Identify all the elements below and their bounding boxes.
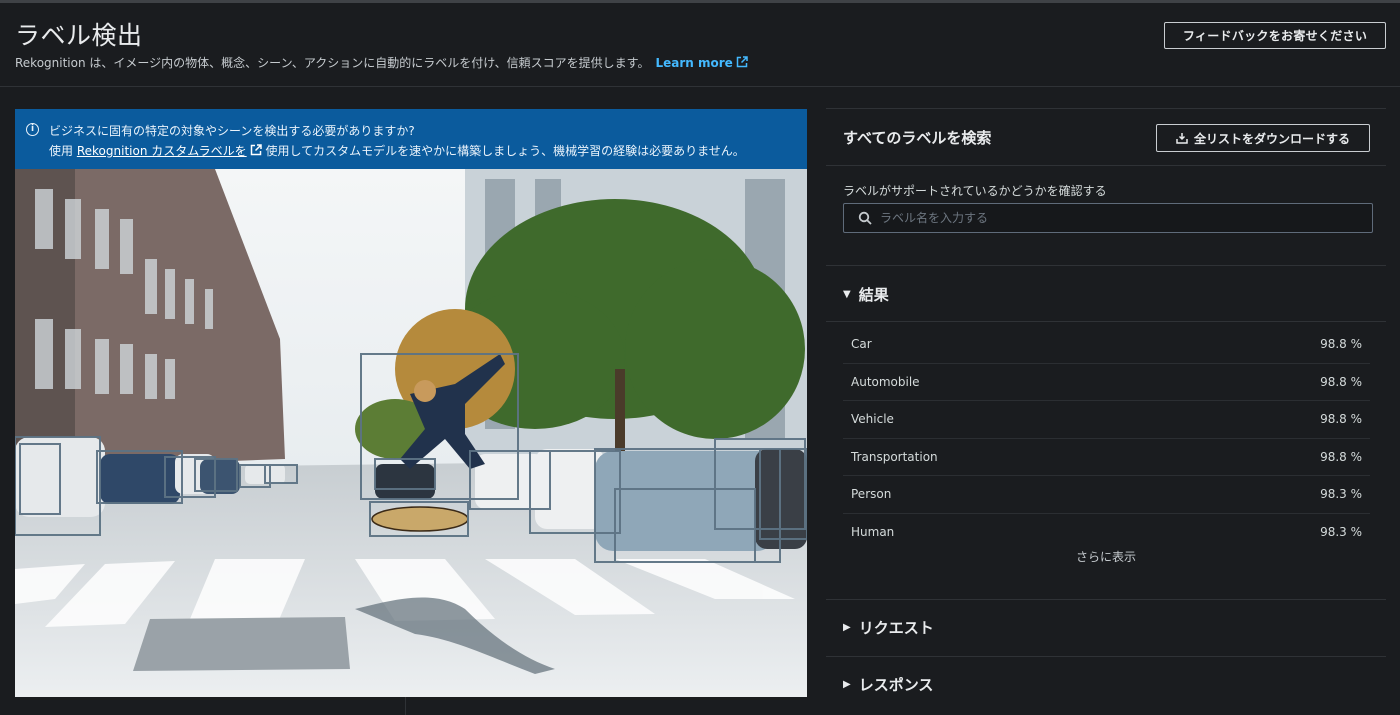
- page-title: ラベル検出: [15, 21, 143, 50]
- banner-line-2: 使用 Rekognition カスタムラベルを 使用してカスタムモデルを速やかに…: [29, 141, 795, 161]
- learn-more-link[interactable]: Learn more: [655, 56, 748, 70]
- learn-more-label: Learn more: [655, 56, 733, 70]
- request-section-toggle[interactable]: ▶ リクエスト: [843, 617, 934, 638]
- caret-right-icon: ▶: [843, 622, 851, 633]
- page-description: Rekognition は、イメージ内の物体、概念、シーン、アクションに自動的に…: [15, 54, 748, 71]
- results-section-toggle[interactable]: ▼ 結果: [843, 284, 889, 305]
- labels-panel: すべてのラベルを検索 全リストをダウンロードする ラベルがサポートされているかど…: [826, 108, 1386, 715]
- result-score: 98.3 %: [1320, 525, 1362, 540]
- result-score: 98.8 %: [1320, 449, 1362, 464]
- result-label: Person: [851, 487, 892, 502]
- search-labels-title: すべてのラベルを検索: [843, 129, 992, 147]
- top-border: [0, 0, 1400, 3]
- result-row: Automobile 98.8 %: [843, 364, 1370, 401]
- external-link-icon: [736, 56, 748, 68]
- result-row: Person 98.3 %: [843, 476, 1370, 514]
- result-label: Human: [851, 525, 895, 540]
- search-icon: [858, 211, 872, 225]
- analyzed-image: [15, 169, 807, 697]
- result-row: Vehicle 98.8 %: [843, 401, 1370, 439]
- show-more-link[interactable]: さらに表示: [826, 548, 1386, 565]
- separator: [826, 265, 1386, 266]
- search-field: [843, 203, 1373, 233]
- header-divider: [0, 86, 1400, 87]
- request-title: リクエスト: [858, 619, 934, 637]
- result-label: Car: [851, 337, 872, 352]
- banner-suffix: 使用してカスタムモデルを速やかに構築しましょう、機械学習の経験は必要ありません。: [265, 144, 745, 158]
- results-title: 結果: [858, 286, 889, 304]
- response-section-toggle[interactable]: ▶ レスポンス: [843, 674, 933, 695]
- caret-down-icon: ▼: [843, 289, 851, 300]
- separator: [826, 599, 1386, 600]
- result-score: 98.3 %: [1320, 487, 1362, 502]
- download-list-button[interactable]: 全リストをダウンロードする: [1156, 124, 1370, 152]
- response-title: レスポンス: [858, 676, 934, 694]
- info-icon: i: [26, 123, 39, 136]
- banner-prefix: 使用: [49, 144, 74, 158]
- separator: [826, 656, 1386, 657]
- description-text: Rekognition は、イメージ内の物体、概念、シーン、アクションに自動的に…: [15, 56, 650, 70]
- custom-labels-link[interactable]: Rekognition カスタムラベルを: [77, 144, 262, 158]
- result-row: Human 98.3 %: [843, 514, 1370, 552]
- result-label: Vehicle: [851, 412, 894, 427]
- result-row: Car 98.8 %: [843, 326, 1370, 364]
- label-search-input[interactable]: [880, 211, 1360, 225]
- download-label: 全リストをダウンロードする: [1193, 131, 1350, 146]
- caret-right-icon: ▶: [843, 679, 851, 690]
- external-link-icon: [250, 144, 262, 156]
- info-banner: i ビジネスに固有の特定の対象やシーンを検出する必要がありますか? 使用 Rek…: [15, 109, 807, 169]
- separator: [826, 165, 1386, 166]
- result-label: Transportation: [851, 449, 938, 464]
- result-score: 98.8 %: [1320, 374, 1362, 389]
- result-label: Automobile: [851, 374, 920, 389]
- result-score: 98.8 %: [1320, 412, 1362, 427]
- results-list: Car 98.8 % Automobile 98.8 % Vehicle 98.8 %…: [843, 326, 1370, 551]
- download-icon: [1176, 133, 1188, 144]
- panel-divider: [405, 697, 406, 715]
- banner-line-1: ビジネスに固有の特定の対象やシーンを検出する必要がありますか?: [49, 124, 415, 138]
- result-score: 98.8 %: [1320, 337, 1362, 352]
- result-row: Transportation 98.8 %: [843, 439, 1370, 476]
- street-scene-illustration: [15, 169, 807, 697]
- label-support-text: ラベルがサポートされているかどうかを確認する: [843, 184, 1107, 198]
- separator: [826, 321, 1386, 322]
- custom-labels-label: Rekognition カスタムラベルを: [76, 144, 247, 158]
- feedback-button[interactable]: フィードバックをお寄せください: [1164, 22, 1386, 49]
